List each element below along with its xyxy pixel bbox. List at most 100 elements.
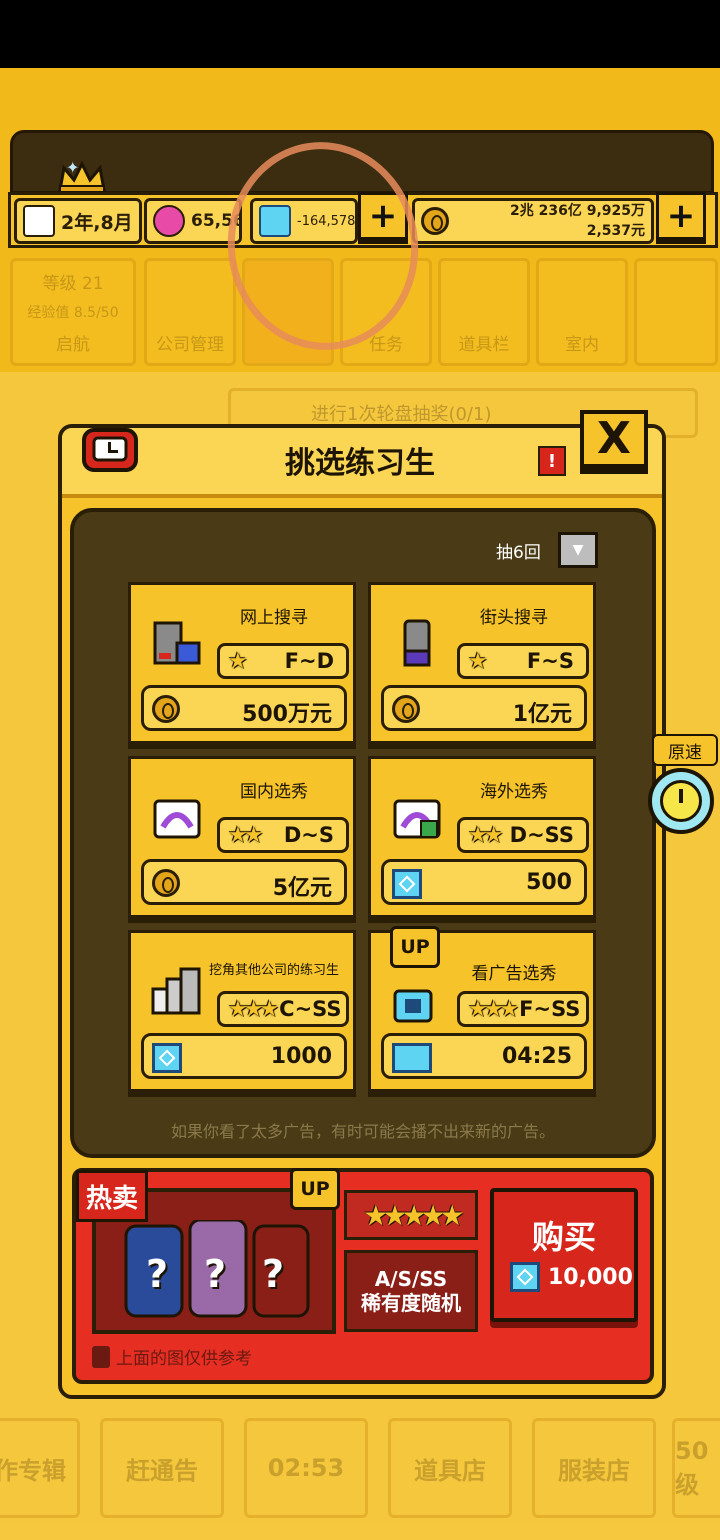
grade-text: C~SS: [279, 997, 342, 1021]
cost-value: 1亿元: [512, 702, 572, 727]
option-name: 街头搜寻: [480, 608, 548, 628]
menu-clothing-shop: 服装店: [532, 1418, 656, 1518]
option-poach-trainee[interactable]: 挖角其他公司的练习生 ★★★ C~SS 1000: [128, 930, 356, 1092]
cost-box: 1000: [141, 1033, 347, 1079]
buy-price[interactable]: 10,000: [510, 1262, 636, 1292]
menu-album-label: 作专辑: [0, 1456, 66, 1485]
gem-icon: [392, 869, 422, 899]
menu-schedule-label: 赶通告: [126, 1456, 198, 1485]
stopwatch-face: [660, 780, 702, 822]
ad-cooldown-timer: 04:25: [501, 1044, 572, 1069]
star-icon: ★★: [228, 822, 264, 848]
star-icon: ★: [228, 648, 248, 674]
grade-box: ★★★ C~SS: [217, 991, 349, 1027]
close-button[interactable]: X: [580, 410, 648, 468]
tv-icon: [392, 1043, 432, 1073]
menu-inventory: 道具栏: [438, 258, 530, 366]
menu-interior-label: 室内: [565, 335, 599, 355]
option-online-search[interactable]: 网上搜寻 ★ F~D 500万元: [128, 582, 356, 744]
rainbow-box-icon: [153, 799, 201, 839]
hot-sale-badge: 热卖: [76, 1170, 148, 1222]
add-money-button[interactable]: +: [656, 192, 706, 240]
menu-timer: 02:53: [244, 1418, 368, 1518]
option-overseas-audition[interactable]: 海外选秀 ★★ D~SS 500: [368, 756, 596, 918]
question-mark-icon: ?: [262, 1252, 285, 1296]
star-icon: ★★★: [228, 996, 279, 1022]
up-badge: UP: [390, 926, 440, 968]
option-street-search[interactable]: 街头搜寻 ★ F~S 1亿元: [368, 582, 596, 744]
star-icon: ★★: [468, 822, 504, 848]
rarity-box: A/S/SS 稀有度随机: [344, 1250, 478, 1332]
menu-mail: [634, 258, 718, 366]
money-display[interactable]: 2兆 236亿 9,925万 2,537元: [412, 198, 654, 244]
level-value: 21: [81, 274, 104, 294]
computer-icon: [153, 621, 201, 665]
grade-box: ★ F~S: [457, 643, 589, 679]
option-name: 看广告选秀: [471, 964, 557, 984]
speed-label-text: 原速: [668, 742, 702, 763]
gem-icon: [510, 1262, 540, 1292]
grade-text: F~S: [526, 649, 574, 673]
plus-icon: +: [666, 196, 696, 236]
cost-box: 04:25: [381, 1033, 587, 1079]
menu-schedule: 赶通告: [100, 1418, 224, 1518]
status-bar: [0, 0, 720, 68]
ad-hint-text: 如果你看了太多广告，有时可能会播不出来新的广告。: [170, 1122, 555, 1141]
option-name: 网上搜寻: [240, 608, 308, 628]
background-quest-text: 进行1次轮盘抽奖(0/1): [311, 404, 492, 425]
option-domestic-audition[interactable]: 国内选秀 ★★ D~S 5亿元: [128, 756, 356, 918]
cost-box: 5亿元: [141, 859, 347, 905]
date-text: 2年,8月: [61, 211, 133, 234]
buy-price-value: 10,000: [548, 1264, 633, 1290]
grade-text: D~SS: [509, 823, 574, 847]
cost-box: 500: [381, 859, 587, 905]
menu-company-label: 公司管理: [156, 335, 224, 355]
stopwatch-icon[interactable]: [648, 768, 714, 834]
buy-button-label[interactable]: 购买: [490, 1212, 638, 1258]
coin-icon: [152, 869, 180, 897]
grade-box: ★★ D~S: [217, 817, 349, 853]
question-mark-icon: ?: [146, 1252, 169, 1296]
info-icon: !: [547, 450, 557, 472]
star-icon: ★: [468, 648, 488, 674]
exp-label: 经验值 8.5/50: [27, 305, 119, 321]
level-label: 等级: [42, 274, 77, 294]
star-icon: ★★★: [468, 996, 519, 1022]
hot-sale-text: 热卖: [85, 1183, 138, 1214]
cost-value: 5亿元: [272, 876, 332, 901]
money-line2: 2,537元: [586, 223, 645, 239]
cost-value: 500: [526, 870, 572, 895]
bottom-menu: 作专辑 赶通告 02:53 道具店 服装店 50级: [0, 1418, 720, 1540]
buildings-icon: [151, 967, 201, 1015]
speed-label[interactable]: 原速: [652, 734, 718, 766]
globe-box-icon: [393, 799, 441, 839]
menu-item-shop: 道具店: [388, 1418, 512, 1518]
pink-gem-icon: [153, 205, 185, 237]
grade-text: D~S: [283, 823, 334, 847]
gem-icon: [152, 1043, 182, 1073]
five-star-rating: ★★★★★: [344, 1190, 478, 1240]
cost-value: 1000: [270, 1044, 332, 1069]
menu-timer-label: 02:53: [267, 1454, 345, 1482]
draw-count-label: 抽6回: [496, 543, 541, 563]
menu-inventory-label: 道具栏: [458, 335, 510, 355]
up-badge-text: UP: [400, 936, 430, 958]
promo-note: 上面的图仅供参考: [92, 1344, 252, 1369]
option-name: 海外选秀: [480, 782, 548, 802]
sparkle-icon: ✦: [66, 158, 80, 177]
option-name: 国内选秀: [240, 782, 308, 802]
info-button[interactable]: !: [538, 446, 566, 476]
cost-box: 1亿元: [381, 685, 587, 731]
cost-box: 500万元: [141, 685, 347, 731]
menu-clothing-shop-label: 服装店: [558, 1456, 630, 1485]
close-icon: X: [597, 413, 631, 464]
level-panel: 等级 21 经验值 8.5/50 启航: [10, 258, 136, 366]
menu-level50-label: 50级: [675, 1436, 709, 1499]
up-badge: UP: [290, 1168, 340, 1210]
draw-count-dropdown[interactable]: ▼: [558, 532, 598, 568]
menu-company: 公司管理: [144, 258, 236, 366]
date-display[interactable]: 2年,8月: [14, 198, 142, 244]
menu-album: 作专辑: [0, 1418, 80, 1518]
grade-box: ★ F~D: [217, 643, 349, 679]
info-icon: [92, 1345, 110, 1368]
